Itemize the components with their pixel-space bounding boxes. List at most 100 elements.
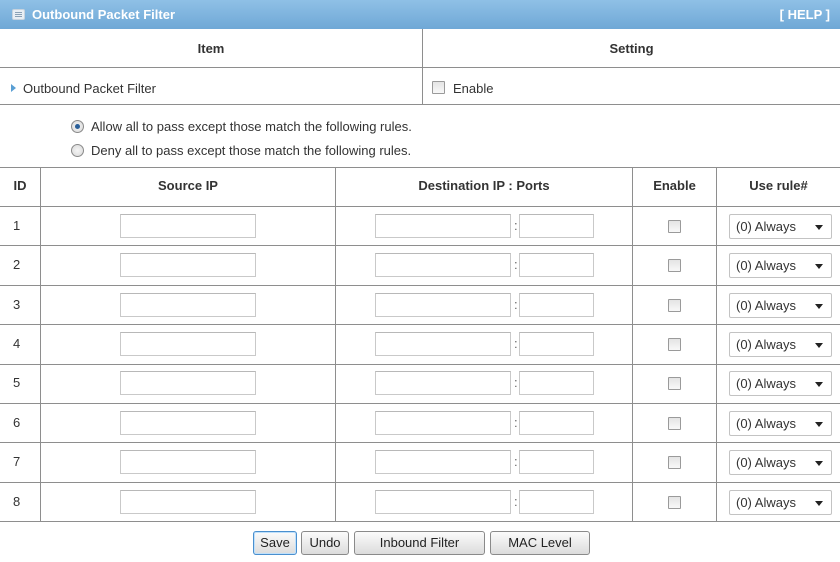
source-ip-input[interactable] <box>120 253 256 277</box>
rule-enable-checkbox[interactable] <box>668 220 681 233</box>
divider <box>0 403 840 404</box>
use-rule-value: (0) Always <box>736 219 796 234</box>
source-ip-input[interactable] <box>120 490 256 514</box>
ports-separator: : <box>514 297 518 312</box>
chevron-down-icon <box>815 304 823 309</box>
destination-ip-input[interactable] <box>375 253 511 277</box>
use-rule-select[interactable]: (0) Always <box>729 411 832 436</box>
rule-enable-checkbox[interactable] <box>668 456 681 469</box>
rule-id: 3 <box>13 297 21 312</box>
divider <box>716 167 717 521</box>
ports-separator: : <box>514 494 518 509</box>
destination-ports-input[interactable] <box>519 490 594 514</box>
divider <box>0 521 840 522</box>
divider <box>632 167 633 521</box>
source-ip-input[interactable] <box>120 371 256 395</box>
column-header-source-ip: Source IP <box>158 178 218 193</box>
column-header-item: Item <box>197 41 225 56</box>
rule-enable-checkbox[interactable] <box>668 496 681 509</box>
rule-enable-checkbox[interactable] <box>668 377 681 390</box>
chevron-down-icon <box>815 225 823 230</box>
use-rule-value: (0) Always <box>736 376 796 391</box>
divider <box>0 442 840 443</box>
destination-ports-input[interactable] <box>519 253 594 277</box>
destination-ip-input[interactable] <box>375 214 511 238</box>
use-rule-select[interactable]: (0) Always <box>729 450 832 475</box>
source-ip-input[interactable] <box>120 332 256 356</box>
divider <box>0 245 840 246</box>
column-header-setting: Setting <box>609 41 654 56</box>
help-link[interactable]: [ HELP ] <box>780 7 830 22</box>
chevron-down-icon <box>815 382 823 387</box>
mac-level-button[interactable]: MAC Level <box>490 531 590 555</box>
destination-ip-input[interactable] <box>375 490 511 514</box>
destination-ports-input[interactable] <box>519 450 594 474</box>
row-arrow-icon <box>11 84 16 92</box>
use-rule-select[interactable]: (0) Always <box>729 371 832 396</box>
rule-enable-checkbox[interactable] <box>668 338 681 351</box>
undo-button[interactable]: Undo <box>301 531 349 555</box>
divider <box>0 324 840 325</box>
rule-enable-checkbox[interactable] <box>668 417 681 430</box>
destination-ports-input[interactable] <box>519 214 594 238</box>
divider <box>0 482 840 483</box>
divider <box>40 167 41 521</box>
rule-id: 7 <box>13 454 21 469</box>
divider <box>0 167 840 168</box>
setting-row-label: Outbound Packet Filter <box>23 81 156 96</box>
source-ip-input[interactable] <box>120 214 256 238</box>
ports-separator: : <box>514 336 518 351</box>
divider <box>0 206 840 207</box>
rule-id: 2 <box>13 257 21 272</box>
destination-ip-input[interactable] <box>375 293 511 317</box>
use-rule-value: (0) Always <box>736 258 796 273</box>
chevron-down-icon <box>815 264 823 269</box>
destination-ports-input[interactable] <box>519 293 594 317</box>
source-ip-input[interactable] <box>120 293 256 317</box>
rule-id: 5 <box>13 375 21 390</box>
save-button[interactable]: Save <box>253 531 297 555</box>
ports-separator: : <box>514 375 518 390</box>
source-ip-input[interactable] <box>120 411 256 435</box>
source-ip-input[interactable] <box>120 450 256 474</box>
divider <box>335 167 336 521</box>
use-rule-select[interactable]: (0) Always <box>729 293 832 318</box>
use-rule-value: (0) Always <box>736 337 796 352</box>
allow-radio[interactable] <box>71 120 84 133</box>
use-rule-value: (0) Always <box>736 416 796 431</box>
rule-id: 8 <box>13 494 21 509</box>
destination-ip-input[interactable] <box>375 371 511 395</box>
divider <box>0 364 840 365</box>
use-rule-value: (0) Always <box>736 298 796 313</box>
chevron-down-icon <box>815 343 823 348</box>
panel-icon <box>12 9 25 20</box>
divider <box>0 285 840 286</box>
divider <box>0 67 840 68</box>
divider <box>0 104 840 105</box>
destination-ip-input[interactable] <box>375 411 511 435</box>
destination-ports-input[interactable] <box>519 332 594 356</box>
ports-separator: : <box>514 218 518 233</box>
rule-id: 4 <box>13 336 21 351</box>
use-rule-select[interactable]: (0) Always <box>729 214 832 239</box>
rule-enable-checkbox[interactable] <box>668 259 681 272</box>
destination-ports-input[interactable] <box>519 411 594 435</box>
column-header-use-rule: Use rule# <box>749 178 808 193</box>
destination-ip-input[interactable] <box>375 332 511 356</box>
destination-ports-input[interactable] <box>519 371 594 395</box>
use-rule-select[interactable]: (0) Always <box>729 490 832 515</box>
rule-enable-checkbox[interactable] <box>668 299 681 312</box>
column-header-destination: Destination IP : Ports <box>418 178 550 193</box>
filter-enable-checkbox[interactable] <box>432 81 445 94</box>
rule-id: 6 <box>13 415 21 430</box>
use-rule-value: (0) Always <box>736 495 796 510</box>
use-rule-select[interactable]: (0) Always <box>729 253 832 278</box>
deny-label: Deny all to pass except those match the … <box>91 143 412 158</box>
deny-radio[interactable] <box>71 144 84 157</box>
chevron-down-icon <box>815 461 823 466</box>
allow-label: Allow all to pass except those match the… <box>91 119 412 134</box>
destination-ip-input[interactable] <box>375 450 511 474</box>
use-rule-select[interactable]: (0) Always <box>729 332 832 357</box>
column-header-enable: Enable <box>653 178 696 193</box>
inbound-filter-button[interactable]: Inbound Filter <box>354 531 485 555</box>
